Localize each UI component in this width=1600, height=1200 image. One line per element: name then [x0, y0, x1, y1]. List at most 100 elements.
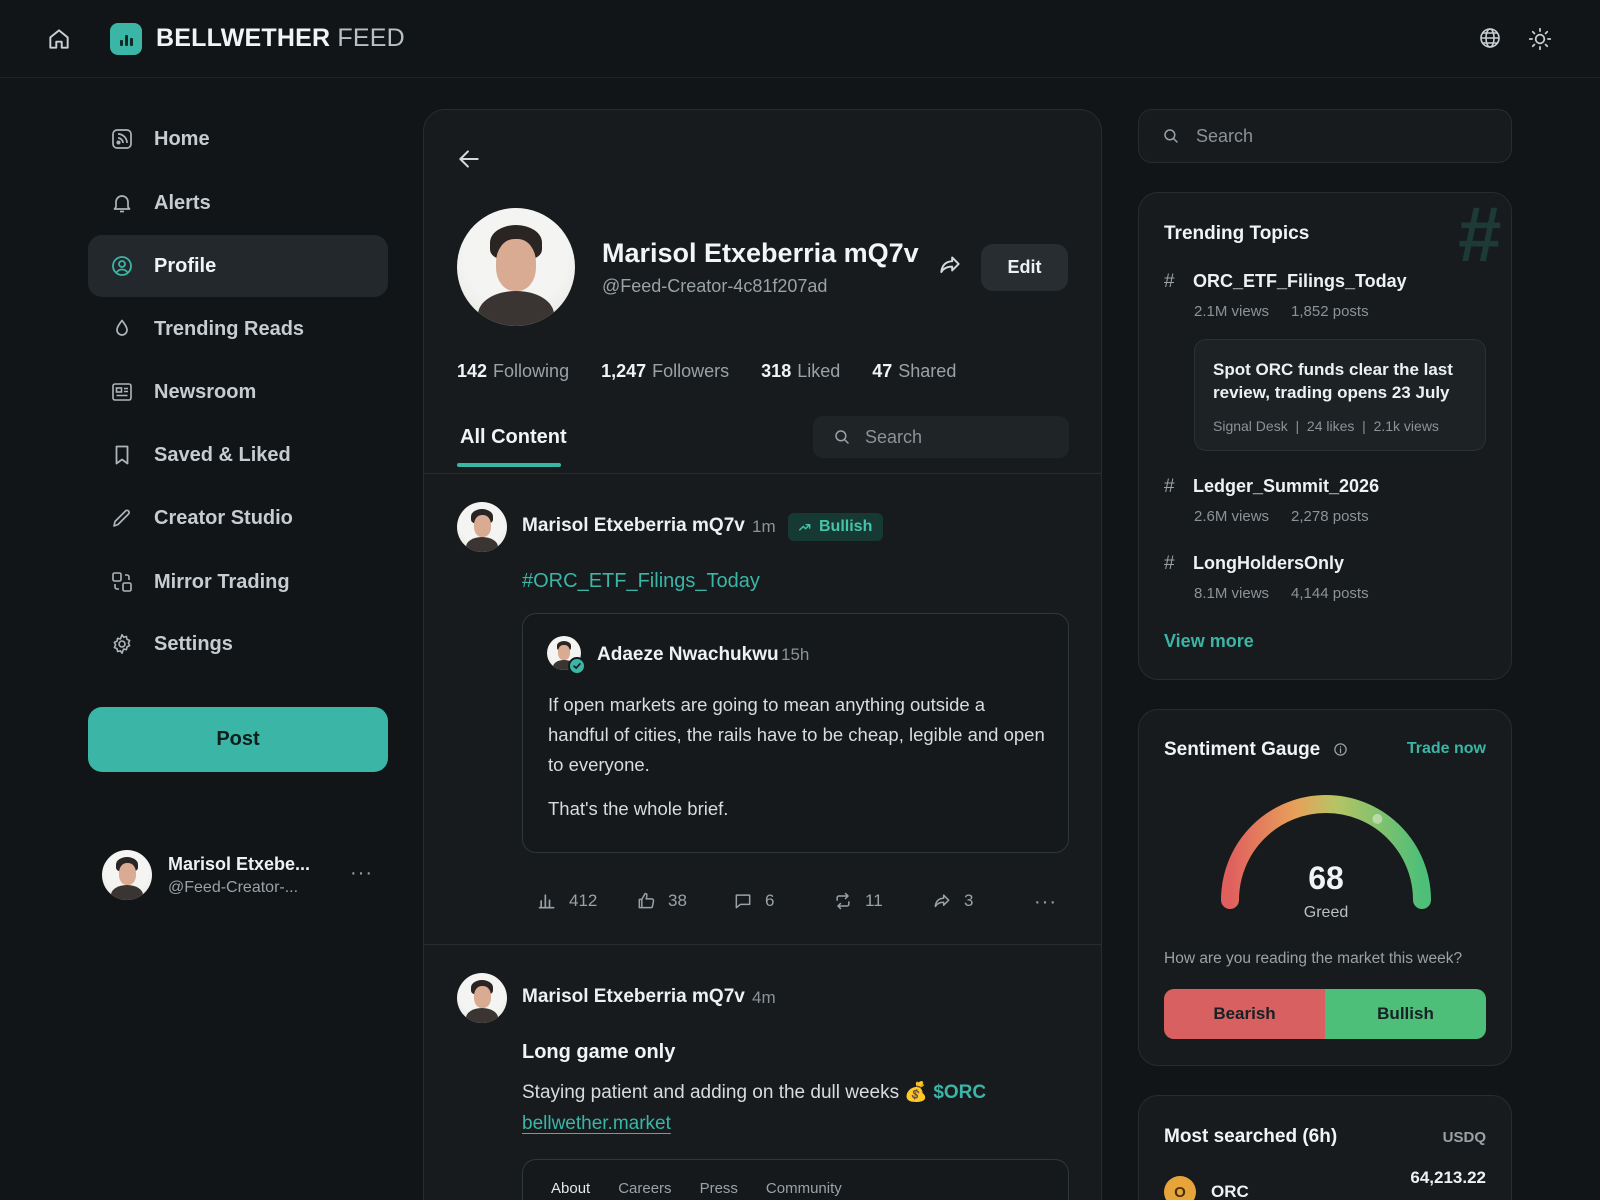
current-user-handle: @Feed-Creator-...	[168, 879, 299, 896]
repost-icon	[836, 892, 850, 910]
more-options-icon[interactable]: ···	[1034, 891, 1057, 914]
stat-followers[interactable]: 1,247 Followers	[601, 361, 729, 382]
edit-profile-button[interactable]: Edit	[981, 244, 1068, 291]
stat-shared[interactable]: 47 Shared	[872, 361, 956, 382]
card-title: Sentiment Gauge	[1164, 739, 1321, 760]
sidebar-item-label: Creator Studio	[154, 506, 293, 529]
avatar[interactable]	[457, 502, 507, 552]
post-author[interactable]: Marisol Etxeberria mQ7v	[522, 986, 745, 1008]
link-nav-press[interactable]: Press	[700, 1180, 738, 1197]
link-preview-card[interactable]: About Careers Press Community	[522, 1159, 1069, 1200]
sidebar-item-label: Mirror Trading	[154, 570, 290, 593]
content-search-input[interactable]	[865, 426, 1045, 448]
avatar[interactable]	[457, 973, 507, 1023]
home-icon[interactable]	[46, 26, 72, 52]
post-time: 1m	[752, 517, 776, 536]
sidebar-item-trending-reads[interactable]: Trending Reads	[88, 298, 388, 360]
hashtag-decoration-icon: #	[1457, 192, 1501, 278]
post-author[interactable]: Marisol Etxeberria mQ7v	[522, 515, 745, 537]
sidebar-item-label: Home	[154, 127, 210, 150]
flame-icon	[110, 317, 134, 341]
topic-name: Ledger_Summit_2026	[1193, 476, 1380, 496]
info-icon[interactable]	[1333, 742, 1348, 757]
more-options-icon[interactable]: ···	[350, 862, 373, 885]
sidebar-item-label: Settings	[154, 632, 233, 655]
card-title: Most searched (6h)	[1164, 1126, 1338, 1147]
coin-price: 64,213.22	[1410, 1168, 1486, 1187]
sidebar-item-mirror-trading[interactable]: Mirror Trading	[88, 551, 388, 613]
thumbs-up-icon	[638, 892, 655, 909]
coin-name[interactable]: ORC	[1211, 1182, 1249, 1200]
share-button[interactable]: 3	[932, 891, 973, 911]
rss-icon	[110, 127, 134, 151]
sidebar-item-profile[interactable]: Profile	[88, 235, 388, 297]
sentiment-question: How are you reading the market this week…	[1164, 950, 1463, 967]
gauge-value: 68	[1308, 860, 1344, 896]
like-button[interactable]: 38	[636, 891, 687, 911]
currency-selector[interactable]: USDQ	[1443, 1129, 1486, 1146]
stat-following[interactable]: 142 Following	[457, 361, 569, 382]
current-user-card[interactable]: Marisol Etxebe... @Feed-Creator-... ···	[102, 850, 382, 902]
sidebar-item-creator-studio[interactable]: Creator Studio	[88, 487, 388, 549]
link-nav-community[interactable]: Community	[766, 1180, 842, 1197]
global-search-input[interactable]	[1196, 125, 1496, 147]
hashtag-icon: #	[1164, 476, 1175, 497]
sidebar-item-label: Newsroom	[154, 380, 257, 403]
sun-icon[interactable]	[1527, 26, 1553, 52]
sidebar-item-alerts[interactable]: Alerts	[88, 172, 388, 234]
sentiment-gauge-card: Sentiment Gauge Trade now 68 Greed How a…	[1138, 709, 1512, 1066]
profile-avatar	[457, 208, 575, 326]
repost-button[interactable]: 11	[833, 891, 883, 911]
most-searched-card: Most searched (6h) USDQ O ORC 64,213.22	[1138, 1095, 1512, 1200]
topic-name: LongHoldersOnly	[1193, 553, 1345, 573]
post-title: Long game only	[522, 1041, 676, 1063]
sidebar-item-settings[interactable]: Settings	[88, 613, 388, 675]
cashtag-link[interactable]: $ORC	[933, 1082, 986, 1103]
hashtag-icon: #	[1164, 553, 1175, 574]
topic-meta: 2.6M views 2,278 posts	[1194, 508, 1369, 525]
trending-news-card[interactable]: Spot ORC funds clear the last review, tr…	[1194, 339, 1486, 451]
back-arrow-icon[interactable]	[456, 146, 482, 172]
content-search[interactable]	[813, 416, 1069, 458]
active-tab-indicator	[457, 463, 561, 467]
sidebar-item-label: Profile	[154, 254, 217, 277]
sidebar-item-saved-liked[interactable]: Saved & Liked	[88, 424, 388, 486]
brand-name: BELLWETHER FEED	[156, 24, 405, 52]
sidebar-item-newsroom[interactable]: Newsroom	[88, 361, 388, 423]
post-hashtag-link[interactable]: #ORC_ETF_Filings_Today	[522, 570, 760, 593]
trade-now-link[interactable]: Trade now	[1407, 740, 1486, 758]
share-icon[interactable]	[937, 252, 963, 278]
hashtag-icon: #	[1164, 271, 1175, 292]
bearish-button[interactable]: Bearish	[1164, 989, 1325, 1039]
post-button[interactable]: Post	[88, 707, 388, 772]
sidebar-item-home[interactable]: Home	[88, 108, 388, 170]
bell-icon	[110, 191, 134, 215]
profile-name: Marisol Etxeberria mQ7v	[602, 238, 919, 268]
stat-liked[interactable]: 318 Liked	[761, 361, 840, 382]
link-nav-about[interactable]: About	[551, 1180, 590, 1197]
card-title: Trending Topics	[1164, 223, 1310, 244]
gauge-label: Greed	[1303, 904, 1349, 921]
coin-icon: O	[1164, 1176, 1196, 1200]
quoted-post[interactable]: Adaeze Nwachukwu 15h If open markets are…	[522, 613, 1069, 853]
news-meta: Signal Desk | 24 likes | 2.1k views	[1213, 418, 1439, 434]
quote-text: If open markets are going to mean anythi…	[548, 694, 1045, 775]
globe-icon[interactable]	[1478, 26, 1502, 50]
profile-panel: Marisol Etxeberria mQ7v @Feed-Creator-4c…	[423, 109, 1102, 1200]
comment-button[interactable]: 6	[733, 891, 774, 911]
sidebar-item-label: Alerts	[154, 191, 211, 214]
quote-author[interactable]: Adaeze Nwachukwu	[597, 644, 779, 666]
global-search[interactable]	[1138, 109, 1512, 163]
tab-all-content[interactable]: All Content	[460, 426, 567, 449]
views-button[interactable]: 412	[537, 891, 597, 911]
link-nav-careers[interactable]: Careers	[618, 1180, 671, 1197]
user-circle-icon	[110, 254, 134, 278]
sentiment-badge: Bullish	[788, 513, 884, 541]
avatar	[102, 850, 152, 900]
bullish-button[interactable]: Bullish	[1325, 989, 1486, 1039]
profile-stats: 142 Following 1,247 Followers 318 Liked 47 S…	[457, 361, 956, 382]
current-user-name: Marisol Etxebe...	[168, 854, 311, 874]
post-link[interactable]: bellwether.market	[522, 1113, 671, 1135]
news-title: Spot ORC funds clear the last review, tr…	[1213, 360, 1453, 402]
view-more-link[interactable]: View more	[1164, 631, 1254, 652]
